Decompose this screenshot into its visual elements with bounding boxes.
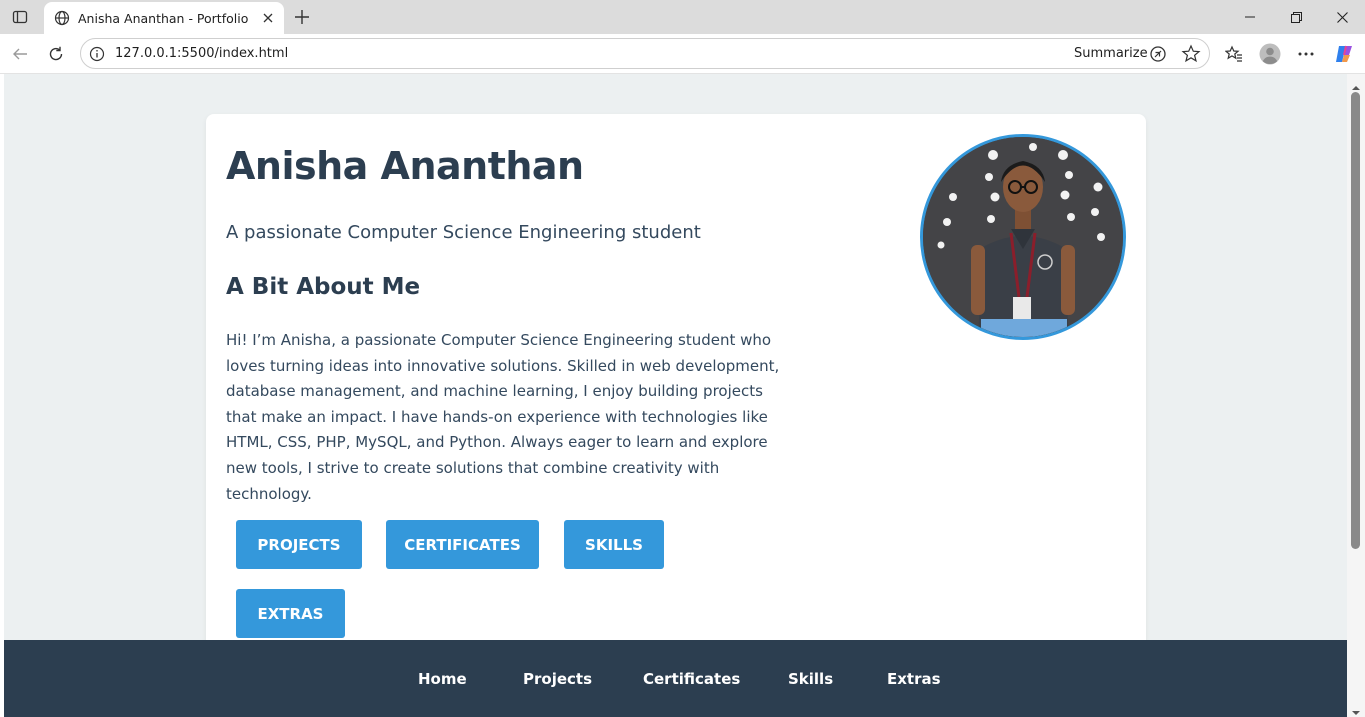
profile-avatar-icon[interactable]	[1256, 40, 1284, 68]
summarize-icon[interactable]	[1149, 45, 1167, 63]
favorite-star-icon[interactable]	[1181, 44, 1201, 64]
nav-extras[interactable]: Extras	[887, 670, 941, 688]
page-viewport: Anisha Ananthan A passionate Computer Sc…	[4, 74, 1347, 717]
nav-home[interactable]: Home	[418, 670, 467, 688]
projects-button[interactable]: PROJECTS	[236, 520, 362, 569]
page-title: Anisha Ananthan	[226, 144, 584, 188]
restore-icon[interactable]	[1273, 0, 1319, 34]
browser-toolbar: 127.0.0.1:5500/index.html Summarize	[0, 34, 1365, 74]
close-tab-icon[interactable]	[258, 8, 278, 28]
page-scrollbar[interactable]	[1347, 74, 1365, 717]
nav-certificates[interactable]: Certificates	[643, 670, 740, 688]
summarize-button[interactable]: Summarize	[1074, 46, 1148, 61]
url-text[interactable]: 127.0.0.1:5500/index.html	[115, 46, 288, 61]
browser-tab-bar: Anisha Ananthan - Portfolio	[0, 0, 1365, 34]
skills-button[interactable]: SKILLS	[564, 520, 664, 569]
browser-tab[interactable]: Anisha Ananthan - Portfolio	[44, 2, 284, 34]
tab-title: Anisha Ananthan - Portfolio	[78, 10, 249, 26]
globe-icon	[54, 10, 70, 26]
tagline: A passionate Computer Science Engineerin…	[226, 222, 701, 243]
new-tab-icon[interactable]	[290, 5, 314, 29]
scroll-down-icon[interactable]	[1351, 703, 1361, 715]
site-info-icon[interactable]	[89, 46, 105, 62]
about-text: Hi! I’m Anisha, a passionate Computer Sc…	[226, 331, 780, 503]
scrollbar-thumb[interactable]	[1351, 92, 1360, 549]
extras-button[interactable]: EXTRAS	[236, 589, 345, 638]
favorites-icon[interactable]	[1220, 40, 1248, 68]
profile-card: Anisha Ananthan A passionate Computer Sc…	[206, 114, 1146, 717]
profile-photo	[920, 134, 1126, 340]
nav-skills[interactable]: Skills	[788, 670, 833, 688]
back-icon[interactable]	[6, 40, 34, 68]
minimize-icon[interactable]	[1227, 0, 1273, 34]
nav-projects[interactable]: Projects	[523, 670, 592, 688]
tab-actions-icon[interactable]	[8, 6, 32, 28]
copilot-icon[interactable]	[1330, 40, 1358, 68]
more-options-icon[interactable]	[1292, 40, 1320, 68]
footer-nav: Home Projects Certificates Skills Extras	[4, 640, 1347, 717]
scroll-up-icon[interactable]	[1351, 78, 1361, 90]
address-bar[interactable]: 127.0.0.1:5500/index.html Summarize	[80, 38, 1210, 69]
about-heading: A Bit About Me	[226, 274, 421, 300]
reload-icon[interactable]	[42, 40, 70, 68]
close-window-icon[interactable]	[1319, 0, 1365, 34]
certificates-button[interactable]: CERTIFICATES	[386, 520, 539, 569]
